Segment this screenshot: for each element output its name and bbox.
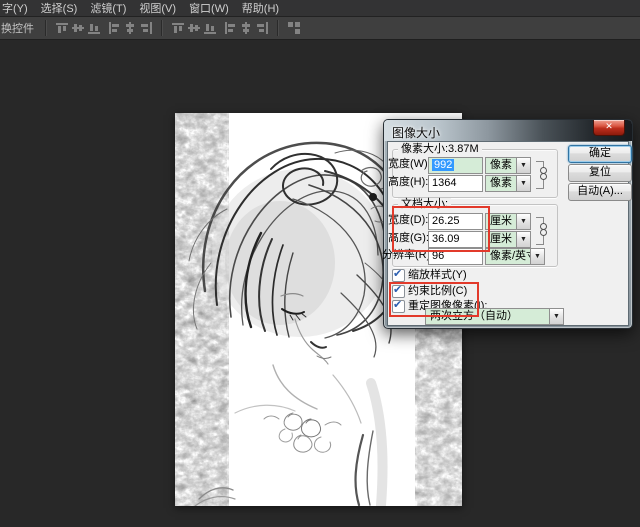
link-chain-icon <box>540 223 547 236</box>
options-bar: 换控件 <box>0 17 640 40</box>
align-horizontal-centers-icon[interactable] <box>124 22 136 34</box>
chevron-down-icon[interactable]: ▼ <box>530 248 545 265</box>
distribute-bottom-edges-icon[interactable] <box>204 22 216 34</box>
resample-image-checkbox[interactable]: ✔ <box>392 300 405 313</box>
dialog-title: 图像大小 <box>392 124 440 141</box>
dialog-title-bar[interactable]: 图像大小 ✕ <box>384 120 632 141</box>
distribute-top-edges-icon[interactable] <box>172 22 184 34</box>
photoshop-window: 字(Y) 选择(S) 滤镜(T) 视图(V) 窗口(W) 帮助(H) 换控件 <box>0 0 640 527</box>
resolution-field[interactable]: 96 <box>428 248 483 265</box>
distribute-horizontal-centers-icon[interactable] <box>240 22 252 34</box>
chevron-down-icon[interactable]: ▼ <box>516 157 531 174</box>
doc-height-field[interactable]: 36.09 <box>428 231 483 248</box>
align-top-edges-icon[interactable] <box>56 22 68 34</box>
auto-align-layers-icon[interactable] <box>288 22 300 34</box>
chevron-down-icon[interactable]: ▼ <box>516 213 531 230</box>
scale-styles-checkbox[interactable]: ✔ <box>392 269 405 282</box>
align-right-edges-icon[interactable] <box>140 22 152 34</box>
doc-width-field[interactable]: 26.25 <box>428 213 483 230</box>
doc-width-label: 宽度(D): <box>388 213 425 228</box>
menu-filter[interactable]: 滤镜(T) <box>86 0 135 16</box>
menu-bar: 字(Y) 选择(S) 滤镜(T) 视图(V) 窗口(W) 帮助(H) <box>0 0 640 17</box>
document-size-group-label: 文档大小: <box>398 198 451 210</box>
toolbar-separator <box>45 20 47 36</box>
scale-styles-label: 缩放样式(Y) <box>408 269 467 282</box>
menu-help[interactable]: 帮助(H) <box>238 0 288 16</box>
chevron-down-icon[interactable]: ▼ <box>516 175 531 192</box>
link-chain-icon <box>540 167 547 180</box>
check-icon: ✔ <box>393 298 402 311</box>
doc-height-label: 高度(G): <box>388 231 425 246</box>
pixel-height-label: 高度(H): <box>388 175 425 190</box>
constrain-proportions-checkbox[interactable]: ✔ <box>392 285 405 298</box>
pixel-width-field[interactable]: 992 <box>428 157 483 174</box>
pixel-width-label: 宽度(W): <box>388 157 425 172</box>
doc-height-unit-select[interactable]: 厘米 <box>485 231 518 248</box>
dialog-body: 像素大小:3.87M 宽度(W): 992 像素 ▼ 高度(H): 1364 像… <box>387 141 629 326</box>
check-icon: ✔ <box>393 267 402 280</box>
image-size-dialog: 图像大小 ✕ 像素大小:3.87M 宽度(W): 992 像素 ▼ 高度(H):… <box>383 119 633 329</box>
constrain-proportions-label: 约束比例(C) <box>408 285 467 298</box>
ok-button[interactable]: 确定 <box>568 145 632 163</box>
align-left-edges-icon[interactable] <box>108 22 120 34</box>
pixel-width-unit-select[interactable]: 像素 <box>485 157 518 174</box>
doc-width-unit-select[interactable]: 厘米 <box>485 213 518 230</box>
pixel-height-unit-select[interactable]: 像素 <box>485 175 518 192</box>
distribute-vertical-centers-icon[interactable] <box>188 22 200 34</box>
menu-window[interactable]: 窗口(W) <box>185 0 238 16</box>
menu-view[interactable]: 视图(V) <box>135 0 185 16</box>
reset-button[interactable]: 复位 <box>568 164 632 182</box>
auto-button[interactable]: 自动(A)... <box>568 183 632 201</box>
align-bottom-edges-icon[interactable] <box>88 22 100 34</box>
pixel-height-field[interactable]: 1364 <box>428 175 483 192</box>
menu-type[interactable]: 字(Y) <box>0 0 37 16</box>
align-vertical-centers-icon[interactable] <box>72 22 84 34</box>
pixel-width-value: 992 <box>432 159 454 171</box>
show-transform-controls-label[interactable]: 换控件 <box>0 20 40 36</box>
close-icon[interactable]: ✕ <box>593 120 625 136</box>
pixel-size-group-label: 像素大小:3.87M <box>398 143 482 155</box>
distribute-right-edges-icon[interactable] <box>256 22 268 34</box>
resolution-label: 分辨率(R): <box>382 248 425 263</box>
check-icon: ✔ <box>393 283 402 296</box>
resample-method-select[interactable]: 两次立方（自动） <box>425 308 551 325</box>
menu-select[interactable]: 选择(S) <box>37 0 87 16</box>
toolbar-separator <box>277 20 279 36</box>
chevron-down-icon[interactable]: ▼ <box>549 308 564 325</box>
resolution-unit-select[interactable]: 像素/英寸 <box>485 248 533 265</box>
distribute-left-edges-icon[interactable] <box>224 22 236 34</box>
toolbar-separator <box>161 20 163 36</box>
chevron-down-icon[interactable]: ▼ <box>516 231 531 248</box>
